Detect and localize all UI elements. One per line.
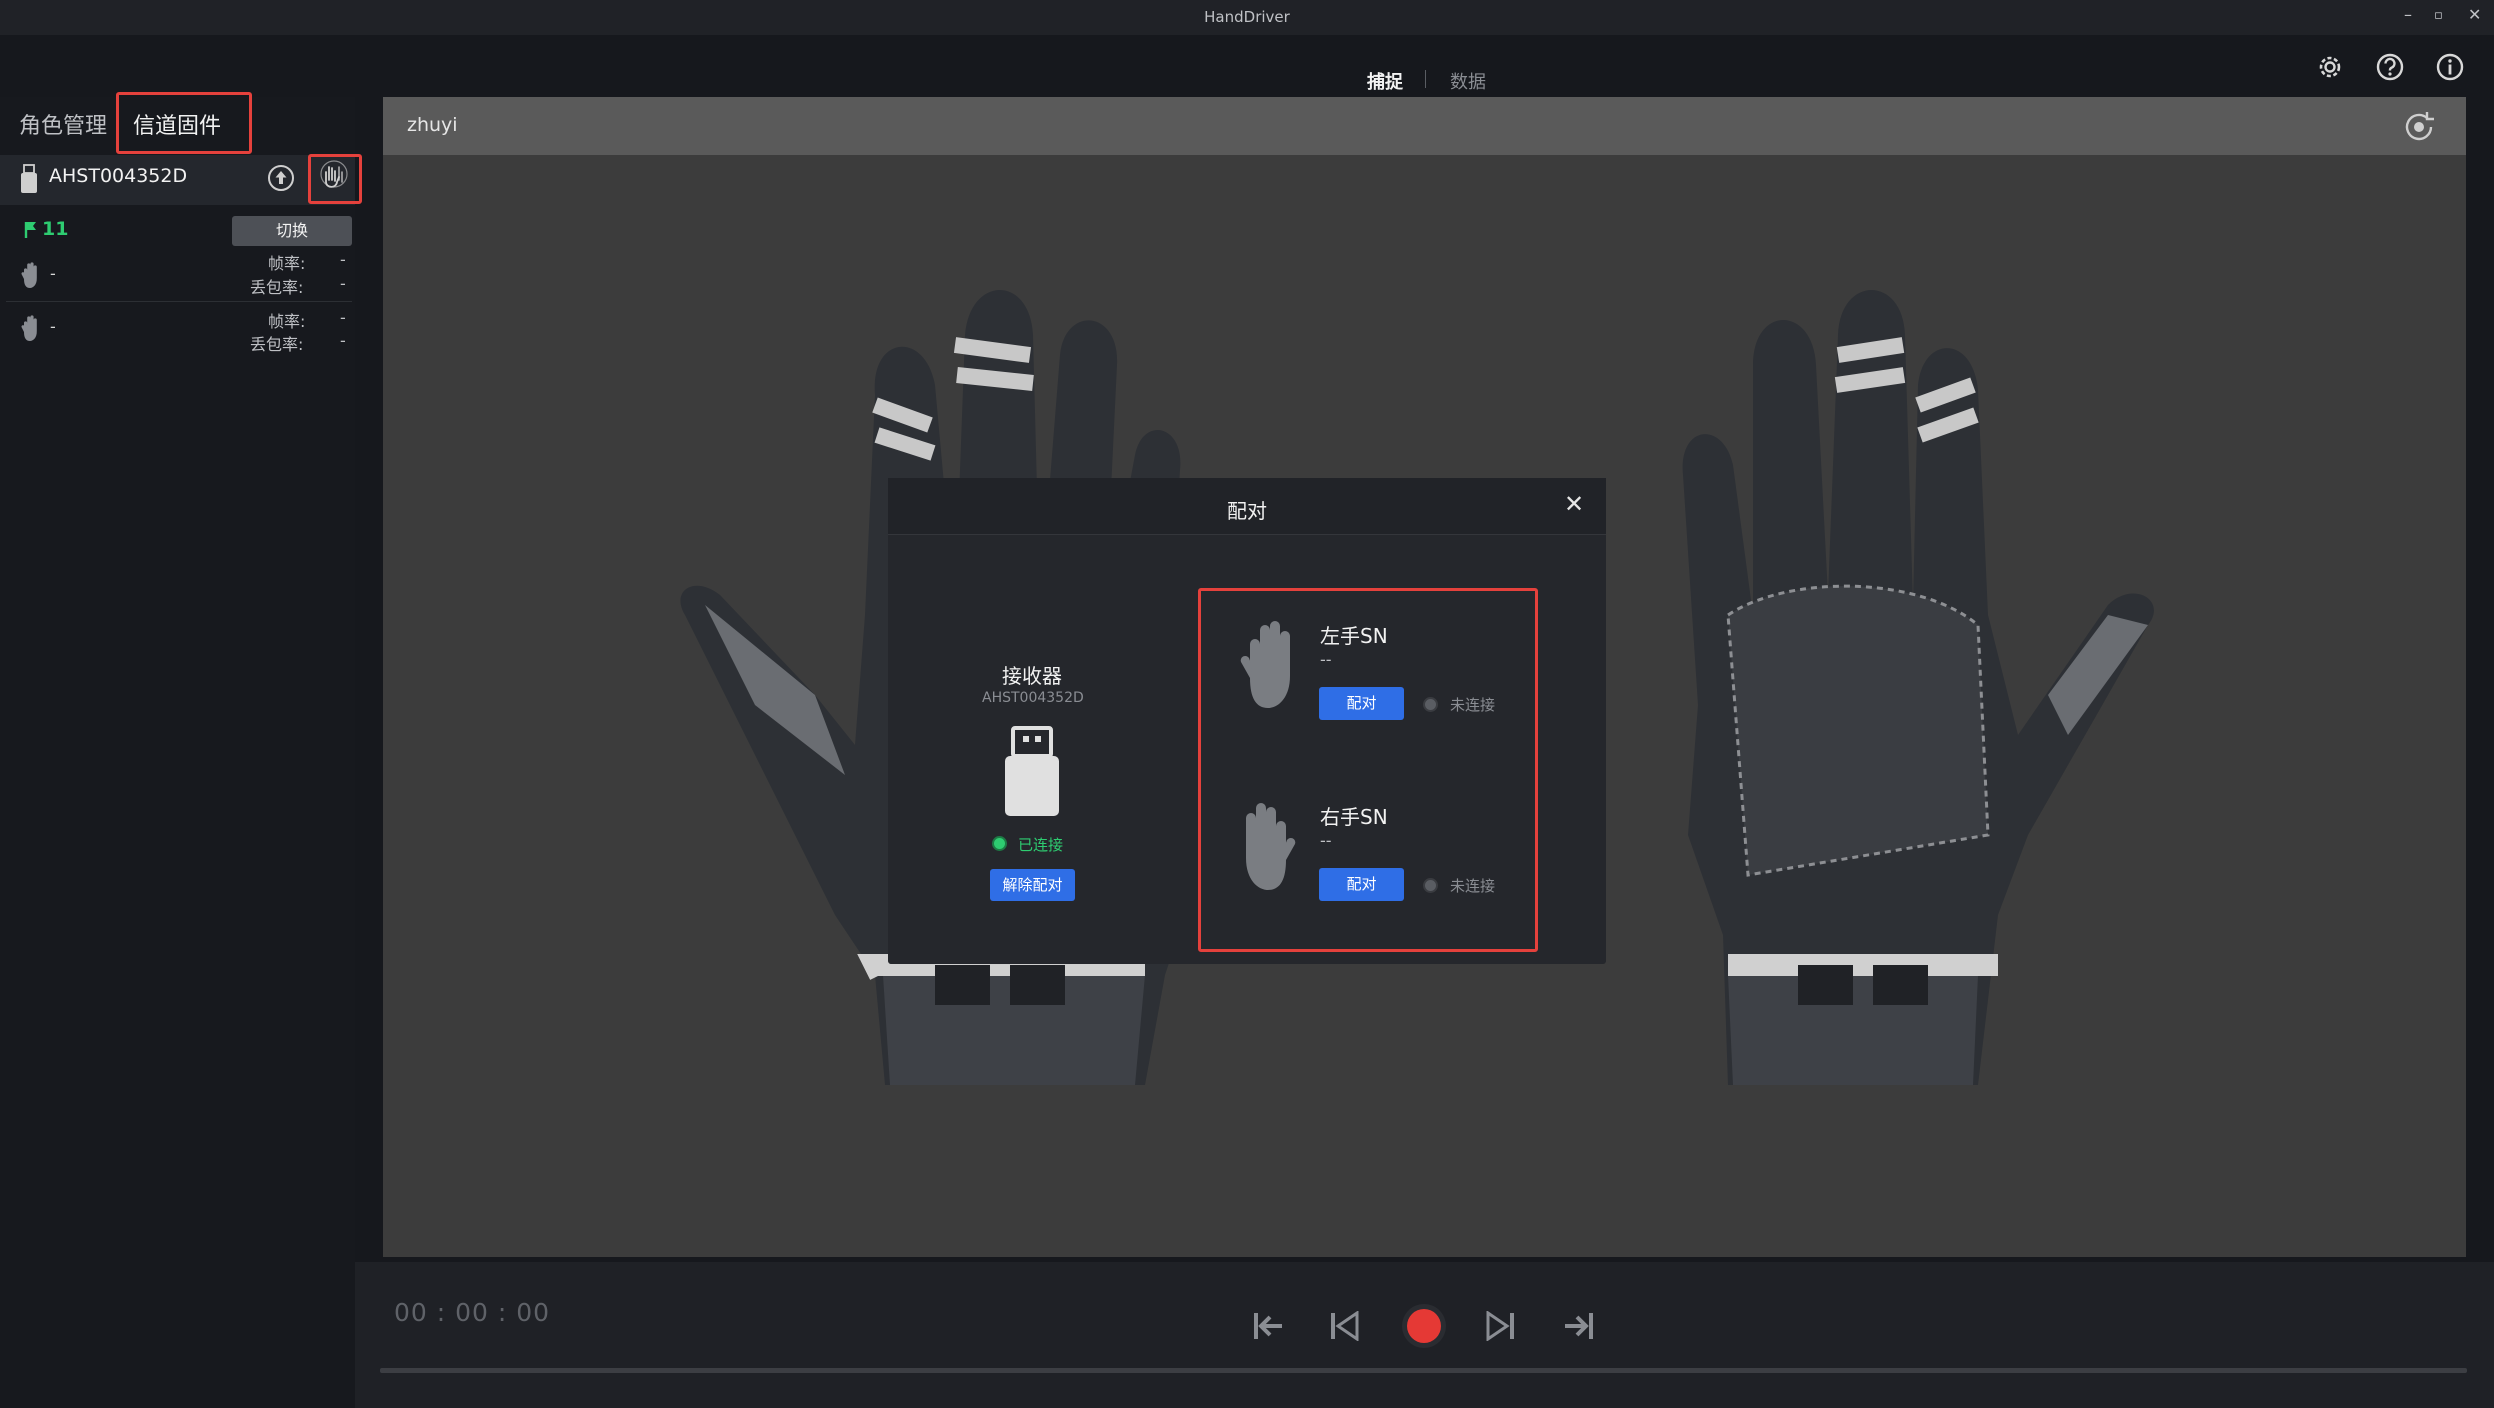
packet-loss-label: 丢包率: bbox=[250, 335, 304, 354]
maximize-button[interactable]: ▫ bbox=[2434, 8, 2443, 23]
settings-icon[interactable] bbox=[2313, 50, 2347, 84]
device-id: AHST004352D bbox=[49, 165, 188, 187]
tab-role-management[interactable]: 角色管理 bbox=[19, 108, 107, 140]
connected-indicator bbox=[992, 836, 1007, 851]
disconnected-indicator bbox=[1423, 697, 1438, 712]
timeline-slider[interactable] bbox=[380, 1368, 2467, 1373]
disconnected-indicator bbox=[1423, 878, 1438, 893]
left-hand-sn: -- bbox=[1320, 650, 1332, 669]
packet-loss-label: 丢包率: bbox=[250, 278, 304, 297]
usb-dongle-icon bbox=[1005, 726, 1059, 816]
upgrade-icon[interactable] bbox=[266, 163, 296, 193]
usb-receiver-icon bbox=[21, 164, 37, 193]
left-hand-title: 左手SN bbox=[1320, 624, 1388, 648]
info-icon[interactable] bbox=[2433, 50, 2467, 84]
switch-channel-button[interactable]: 切换 bbox=[232, 216, 352, 246]
unpair-button[interactable]: 解除配对 bbox=[990, 869, 1075, 901]
step-forward-icon[interactable] bbox=[1486, 1311, 1516, 1341]
record-button[interactable] bbox=[1400, 1302, 1448, 1350]
step-back-icon[interactable] bbox=[1329, 1311, 1359, 1341]
character-name: zhuyi bbox=[407, 114, 458, 136]
window-title: HandDriver bbox=[1204, 8, 1290, 26]
hand-icon bbox=[21, 262, 37, 288]
hand-icon bbox=[21, 315, 37, 341]
fps-value: - bbox=[340, 308, 346, 327]
channel-number: 11 bbox=[42, 218, 69, 240]
top-bar bbox=[0, 35, 2494, 97]
right-glove-model bbox=[1682, 290, 2154, 1085]
close-dialog-button[interactable]: ✕ bbox=[1564, 490, 1584, 518]
right-hand-title: 右手SN bbox=[1320, 805, 1388, 829]
reset-view-icon[interactable] bbox=[2400, 110, 2438, 144]
divider bbox=[6, 301, 352, 302]
skip-to-end-icon[interactable] bbox=[1561, 1311, 1595, 1341]
receiver-title: 接收器 bbox=[1002, 664, 1062, 688]
timecode: 00 : 00 : 00 bbox=[394, 1298, 551, 1327]
highlight-channel-tab bbox=[116, 92, 252, 154]
left-hand-icon bbox=[1240, 621, 1290, 708]
right-hand-icon bbox=[1246, 803, 1296, 890]
highlight-pair-button bbox=[308, 154, 362, 204]
packet-loss-value: - bbox=[340, 331, 346, 350]
pair-dialog-title: 配对 bbox=[1227, 499, 1267, 523]
fps-value: - bbox=[340, 250, 346, 269]
tab-separator bbox=[1425, 70, 1426, 88]
viewport-header bbox=[383, 97, 2466, 155]
pair-right-button[interactable]: 配对 bbox=[1319, 868, 1404, 901]
pair-left-button[interactable]: 配对 bbox=[1319, 687, 1404, 720]
right-hand-sn: -- bbox=[1320, 831, 1332, 850]
skip-to-start-icon[interactable] bbox=[1252, 1311, 1286, 1341]
help-icon[interactable] bbox=[2373, 50, 2407, 84]
hand-name: - bbox=[50, 317, 56, 336]
packet-loss-value: - bbox=[340, 274, 346, 293]
right-hand-status: 未连接 bbox=[1450, 877, 1496, 895]
fps-label: 帧率: bbox=[268, 254, 306, 273]
receiver-sn: AHST004352D bbox=[982, 690, 1084, 706]
tab-data[interactable]: 数据 bbox=[1450, 68, 1486, 94]
hand-name: - bbox=[50, 264, 56, 283]
title-bar: HandDriver – ▫ ✕ bbox=[0, 0, 2494, 35]
minimize-button[interactable]: – bbox=[2404, 5, 2412, 24]
receiver-status: 已连接 bbox=[1018, 836, 1064, 854]
channel-flag-icon bbox=[24, 222, 36, 238]
fps-label: 帧率: bbox=[268, 312, 306, 331]
left-hand-status: 未连接 bbox=[1450, 696, 1496, 714]
tab-capture[interactable]: 捕捉 bbox=[1367, 68, 1403, 94]
close-window-button[interactable]: ✕ bbox=[2468, 5, 2481, 24]
